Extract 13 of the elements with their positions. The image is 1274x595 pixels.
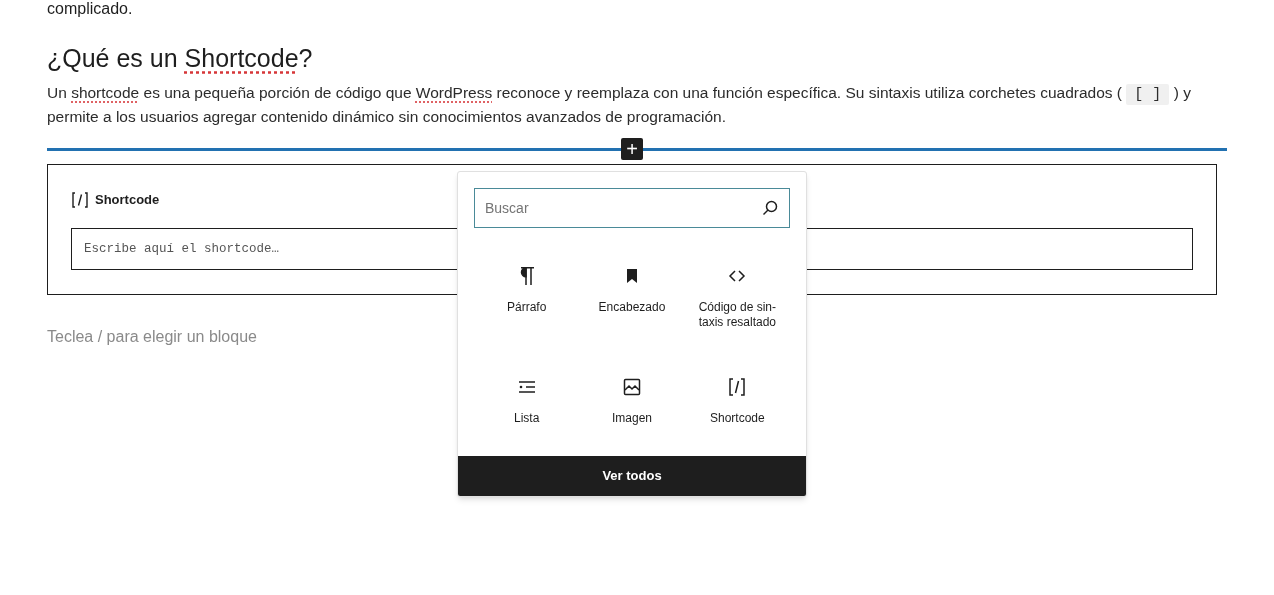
search-field[interactable]: Buscar <box>474 188 790 228</box>
section-heading: ¿Qué es un Shortcode? <box>47 43 314 74</box>
add-block-button[interactable]: + <box>621 138 643 160</box>
block-option[interactable]: Lista <box>474 355 580 451</box>
block-option[interactable]: Shortcode <box>684 355 790 451</box>
paragraph-text: complicado. <box>47 0 134 18</box>
search-icon <box>761 199 779 217</box>
paragraph-text: Un shortcode es una pequeña porción de código que WordPress reconoce y reemplaza con una función específica. Su sintaxis utiliza corchetes cuadrados ( [ ] ) y permite a los usuarios agregar contenido dinámico sin conocimientos avanzados de programación. <box>47 83 1192 127</box>
block-placeholder[interactable]: Teclea / para elegir un bloque <box>47 325 257 349</box>
browse-all-button[interactable]: Ver todos <box>458 456 806 496</box>
shortcode-icon <box>71 190 89 209</box>
block-option[interactable]: Imagen <box>579 355 685 451</box>
block-label: Shortcode <box>95 191 160 209</box>
